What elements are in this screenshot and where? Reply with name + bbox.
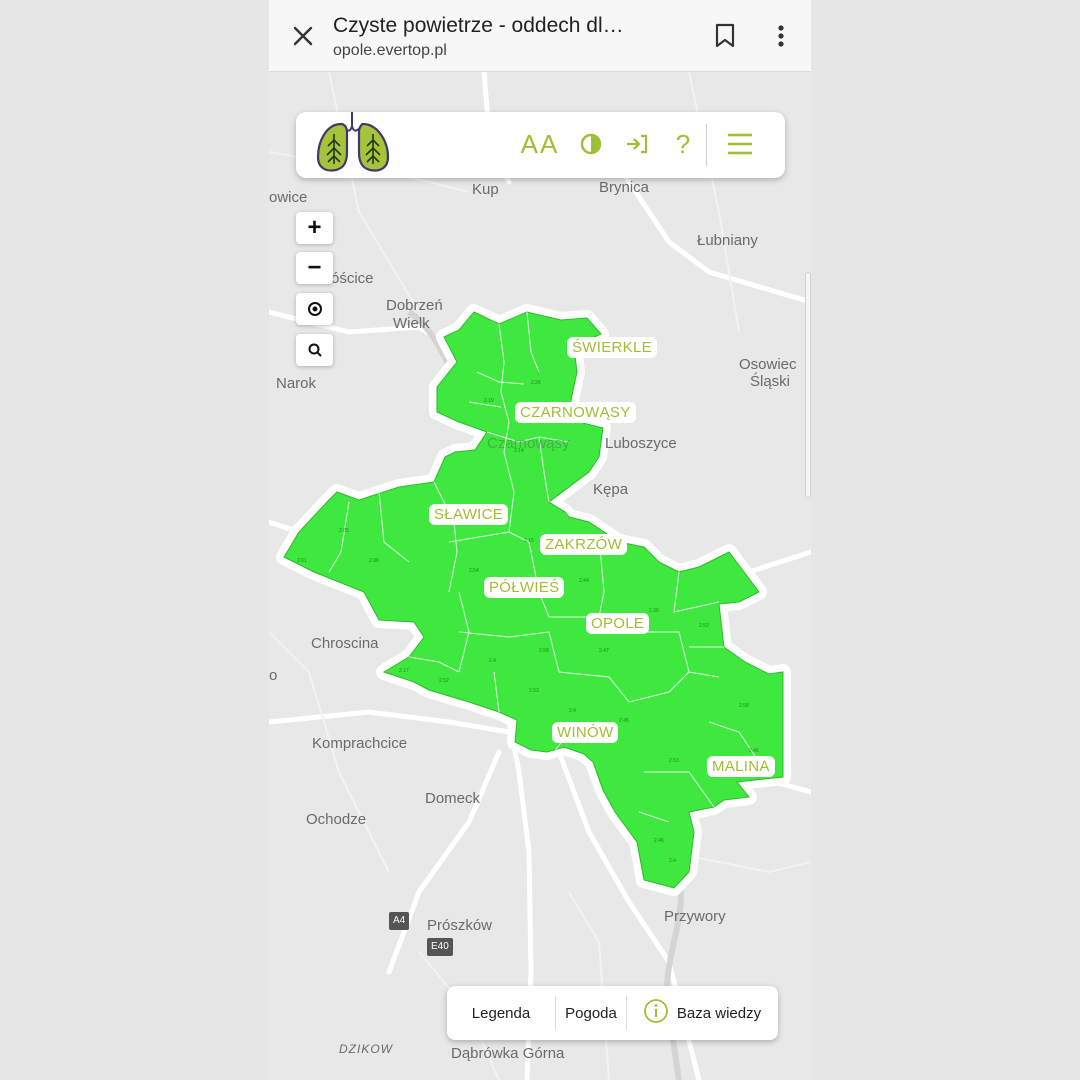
browser-screen: Czyste powietrze - oddech dl… opole.ever…	[269, 0, 811, 1080]
scrollbar[interactable]	[805, 272, 811, 498]
svg-text:2.52: 2.52	[439, 678, 449, 684]
district-label-swierkle[interactable]: ŚWIERKLE	[567, 337, 657, 358]
svg-text:2.26: 2.26	[531, 380, 541, 386]
district-label-opole[interactable]: OPOLE	[586, 613, 650, 634]
svg-text:2.47: 2.47	[599, 648, 609, 654]
place-label: Brynica	[599, 179, 650, 196]
close-icon[interactable]	[285, 18, 321, 54]
place-label: Dąbrówka Górna	[451, 1045, 565, 1062]
info-icon	[643, 998, 669, 1028]
page-title: Czyste powietrze - oddech dl…	[333, 14, 624, 37]
svg-text:2.4: 2.4	[669, 858, 676, 864]
place-label: Kępa	[593, 481, 629, 498]
bottom-toolbar: Legenda Pogoda Baza wiedzy	[447, 986, 778, 1040]
zoom-out-label: −	[307, 254, 322, 281]
svg-text:2.54: 2.54	[469, 568, 479, 574]
svg-text:2.45: 2.45	[619, 718, 629, 724]
road-badge: E40	[427, 938, 453, 956]
place-label: Luboszyce	[605, 435, 677, 452]
svg-text:2.52: 2.52	[699, 623, 709, 629]
svg-text:2.38: 2.38	[649, 608, 659, 614]
zoom-in-label: +	[307, 214, 322, 241]
svg-text:2.53: 2.53	[669, 758, 679, 764]
login-icon[interactable]	[622, 126, 652, 162]
more-vertical-icon[interactable]	[763, 18, 799, 54]
place-label: Łubniany	[697, 232, 758, 249]
help-label: ?	[675, 128, 691, 159]
svg-text:2.58: 2.58	[739, 703, 749, 709]
lungs-tree-logo[interactable]	[314, 112, 398, 178]
place-label: Prószków	[427, 917, 493, 934]
district-label-slawice[interactable]: SŁAWICE	[429, 504, 509, 525]
bookmark-icon[interactable]	[707, 18, 743, 54]
place-label: Chroscina	[311, 635, 379, 652]
place-label: Komprachcice	[312, 735, 408, 752]
district-label-czarnowasy[interactable]: CZARNOWĄSY	[515, 402, 636, 423]
place-label: Dobrzeń	[386, 297, 443, 314]
place-label: Przywory	[664, 908, 726, 925]
knowledge-base-button[interactable]: Baza wiedzy	[627, 986, 777, 1040]
place-label: óścice	[331, 270, 374, 287]
svg-text:2.44: 2.44	[579, 578, 589, 584]
svg-text:2.85: 2.85	[339, 528, 349, 534]
district-label-winow[interactable]: WINÓW	[552, 722, 619, 743]
svg-text:2.19: 2.19	[484, 398, 494, 404]
place-label: Domeck	[425, 790, 481, 807]
place-label: owice	[269, 189, 308, 206]
svg-text:2.4: 2.4	[569, 708, 576, 714]
svg-text:2.58: 2.58	[539, 648, 549, 654]
svg-text:2.53: 2.53	[529, 688, 539, 694]
locate-icon[interactable]	[296, 293, 333, 325]
place-label: Wielk	[393, 315, 430, 332]
place-label: Osowiec	[739, 356, 797, 373]
browser-toolbar: Czyste powietrze - oddech dl… opole.ever…	[269, 0, 811, 72]
svg-text:2.96: 2.96	[369, 558, 379, 564]
district-label-zakrzow[interactable]: ZAKRZÓW	[540, 534, 628, 555]
svg-text:2.15: 2.15	[524, 538, 534, 544]
place-label: Ochodze	[306, 811, 367, 828]
svg-text:2.61: 2.61	[297, 558, 307, 564]
svg-text:2.46: 2.46	[749, 748, 759, 754]
road-badge: A4	[389, 912, 410, 930]
place-label: Narok	[276, 375, 317, 392]
legend-button[interactable]: Legenda	[447, 986, 555, 1040]
page-url: opole.evertop.pl	[333, 42, 447, 59]
app-header: AA ?	[296, 112, 785, 178]
zoom-out-button[interactable]: −	[296, 252, 333, 284]
district-label-malina[interactable]: MALINA	[707, 756, 775, 777]
font-size-icon[interactable]: AA	[520, 126, 560, 162]
map-canvas: 2.262.192.14 2.852.962.61 2.542.152.44 2…	[269, 72, 811, 1080]
help-icon[interactable]: ?	[668, 126, 698, 162]
zoom-in-button[interactable]: +	[296, 212, 333, 244]
place-label: o	[269, 667, 278, 684]
place-label: DZIKOW	[339, 1042, 393, 1056]
place-label: Śląski	[750, 373, 791, 390]
map[interactable]: 2.26 2.19 2.14 2.85 2.96 2.61 2.54 2.15 2.44 2…	[269, 72, 811, 1080]
place-label: Kup	[472, 181, 499, 198]
contrast-icon[interactable]	[576, 126, 606, 162]
svg-text:2.4: 2.4	[489, 658, 496, 664]
search-icon[interactable]	[296, 334, 333, 366]
svg-text:2.46: 2.46	[654, 838, 664, 844]
district-label-polwies[interactable]: PÓŁWIEŚ	[484, 577, 565, 598]
knowledge-base-label: Baza wiedzy	[676, 1004, 762, 1022]
svg-text:2.17: 2.17	[399, 668, 409, 674]
place-label: Czarnowąsy	[487, 435, 570, 452]
weather-button[interactable]: Pogoda	[556, 986, 626, 1040]
font-size-label: AA	[520, 128, 560, 159]
hamburger-menu-icon[interactable]	[722, 126, 758, 162]
divider	[706, 124, 707, 166]
